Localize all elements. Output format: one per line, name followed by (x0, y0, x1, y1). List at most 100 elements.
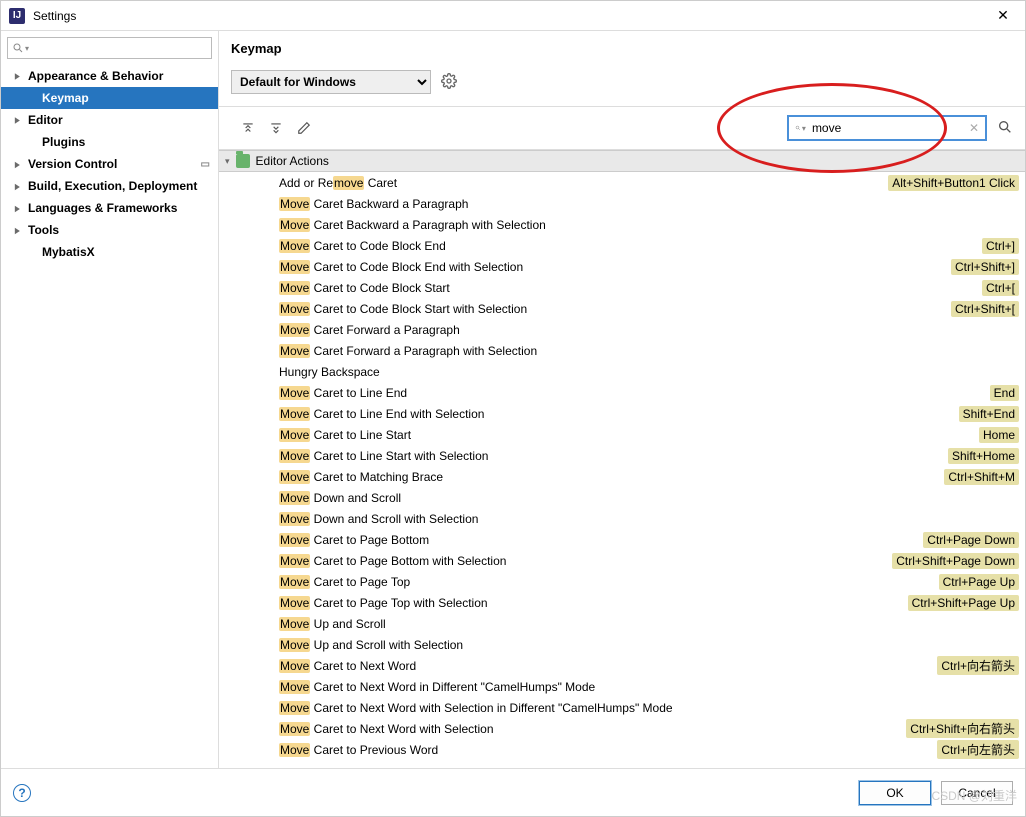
action-label: Move Caret to Line Start (279, 428, 411, 442)
keymap-action-row[interactable]: Move Down and Scroll with Selection (219, 508, 1025, 529)
keymap-action-row[interactable]: Add or Remove Caret Alt+Shift+Button1 Cli… (219, 172, 1025, 193)
keymap-action-row[interactable]: Move Caret to Code Block EndCtrl+] (219, 235, 1025, 256)
keymap-action-row[interactable]: Move Caret to Next WordCtrl+向右箭头 (219, 655, 1025, 676)
close-button[interactable]: ✕ (989, 7, 1017, 24)
keymap-action-row[interactable]: Move Caret to Line Start with Selection S… (219, 445, 1025, 466)
help-button[interactable]: ? (13, 784, 31, 802)
keymap-action-list[interactable]: ▾ Editor Actions Add or Remove Caret Alt+… (219, 149, 1025, 768)
action-label: Move Down and Scroll with Selection (279, 512, 478, 526)
keymap-action-row[interactable]: Move Caret to Code Block End with Select… (219, 256, 1025, 277)
action-label: Add or Remove Caret (279, 176, 397, 190)
chevron-right-icon: ▸ (15, 157, 24, 171)
collapse-all-icon[interactable] (269, 121, 283, 135)
gear-icon[interactable] (441, 73, 457, 92)
keymap-action-row[interactable]: Move Caret to Line End End (219, 382, 1025, 403)
chevron-right-icon: ▸ (15, 223, 24, 237)
keymap-action-row[interactable]: Move Caret to Matching BraceCtrl+Shift+M (219, 466, 1025, 487)
keymap-action-row[interactable]: Move Caret to Next Word with Selection i… (219, 697, 1025, 718)
keymap-action-row[interactable]: Move Caret to Next Word with SelectionCt… (219, 718, 1025, 739)
expand-all-icon[interactable] (241, 121, 255, 135)
dropdown-icon: ▾ (25, 44, 29, 53)
keymap-action-row[interactable]: Move Caret to Page TopCtrl+Page Up (219, 571, 1025, 592)
app-icon: IJ (9, 8, 25, 24)
cancel-button[interactable]: Cancel (941, 781, 1013, 805)
keymap-action-row[interactable]: Move Caret to Previous Word Ctrl+向左箭头 (219, 739, 1025, 760)
action-label: Move Caret to Next Word with Selection (279, 722, 494, 736)
keymap-action-row[interactable]: Hungry Backspace (219, 361, 1025, 382)
sidebar-item-languages-frameworks[interactable]: ▸Languages & Frameworks (1, 197, 218, 219)
keymap-action-row[interactable]: Move Caret to Code Block StartCtrl+[ (219, 277, 1025, 298)
sidebar-item-label: Plugins (42, 135, 85, 149)
action-label: Move Caret to Next Word in Different "Ca… (279, 680, 595, 694)
action-label: Move Caret to Next Word (279, 659, 416, 673)
action-label: Hungry Backspace (279, 365, 380, 379)
keymap-action-row[interactable]: Move Caret to Page Bottom with Selection… (219, 550, 1025, 571)
action-label: Move Caret Backward a Paragraph (279, 197, 468, 211)
keymap-action-row[interactable]: Move Caret to Page BottomCtrl+Page Down (219, 529, 1025, 550)
breadcrumb: Keymap (219, 31, 1025, 70)
sidebar-item-editor[interactable]: ▸Editor (1, 109, 218, 131)
chevron-down-icon: ▾ (225, 156, 230, 167)
shortcut-badge: End (990, 385, 1019, 401)
keymap-action-row[interactable]: Move Up and Scroll with Selection (219, 634, 1025, 655)
keymap-action-row[interactable]: Move Caret Forward a Paragraph with Sele… (219, 340, 1025, 361)
sidebar: ▾ ▸Appearance & BehaviorKeymap▸EditorPlu… (1, 31, 219, 768)
clear-search-icon[interactable]: ✕ (969, 121, 979, 135)
shortcut-badge: Ctrl+Shift+M (944, 469, 1019, 485)
action-label: Move Up and Scroll with Selection (279, 638, 463, 652)
action-label: Move Caret to Line End (279, 386, 407, 400)
shortcut-badge: Alt+Shift+Button1 Click (888, 175, 1019, 191)
keymap-action-row[interactable]: Move Caret to Page Top with SelectionCtr… (219, 592, 1025, 613)
group-header[interactable]: ▾ Editor Actions (219, 150, 1025, 172)
keymap-action-row[interactable]: Move Caret Backward a Paragraph with Sel… (219, 214, 1025, 235)
sidebar-search-input[interactable] (33, 40, 207, 56)
sidebar-item-plugins[interactable]: Plugins (1, 131, 218, 153)
keymap-action-row[interactable]: Move Caret to Line Start Home (219, 424, 1025, 445)
action-label: Move Up and Scroll (279, 617, 386, 631)
action-label: Move Caret to Previous Word (279, 743, 438, 757)
settings-tree: ▸Appearance & BehaviorKeymap▸EditorPlugi… (1, 65, 218, 768)
keymap-action-row[interactable]: Move Up and Scroll (219, 613, 1025, 634)
shortcut-badge: Ctrl+向左箭头 (937, 740, 1019, 759)
keymap-action-row[interactable]: Move Caret to Next Word in Different "Ca… (219, 676, 1025, 697)
sidebar-item-version-control[interactable]: ▸Version Control▭ (1, 153, 218, 175)
shortcut-badge: Shift+Home (948, 448, 1019, 464)
find-by-shortcut-icon[interactable] (997, 119, 1013, 138)
sidebar-item-label: Build, Execution, Deployment (28, 179, 197, 193)
shortcut-badge: Ctrl+Shift+Page Down (892, 553, 1019, 569)
action-search[interactable]: ▾ ✕ (787, 115, 987, 141)
sidebar-item-build-execution-deployment[interactable]: ▸ Build, Execution, Deployment (1, 175, 218, 197)
keymap-action-row[interactable]: Move Caret to Line End with SelectionShi… (219, 403, 1025, 424)
chevron-right-icon: ▸ (15, 69, 24, 83)
keymap-action-row[interactable]: Move Caret to Code Block Start with Sele… (219, 298, 1025, 319)
sidebar-item-appearance-behavior[interactable]: ▸Appearance & Behavior (1, 65, 218, 87)
edit-icon[interactable] (297, 121, 311, 135)
action-label: Move Down and Scroll (279, 491, 401, 505)
ok-button[interactable]: OK (859, 781, 931, 805)
action-label: Move Caret to Line Start with Selection (279, 449, 488, 463)
shortcut-badge: Home (979, 427, 1019, 443)
modified-icon: ▭ (201, 159, 210, 170)
shortcut-badge: Ctrl+Shift+[ (951, 301, 1019, 317)
keymap-scheme-select[interactable]: Default for Windows (231, 70, 431, 94)
action-label: Move Caret to Code Block End with Select… (279, 260, 523, 274)
titlebar: IJ Settings ✕ (1, 1, 1025, 31)
sidebar-item-label: Editor (28, 113, 63, 127)
action-label: Move Caret to Page Top with Selection (279, 596, 488, 610)
chevron-right-icon: ▸ (15, 179, 24, 193)
sidebar-item-mybatisx[interactable]: MybatisX (1, 241, 218, 263)
sidebar-search[interactable]: ▾ (7, 37, 212, 59)
sidebar-item-tools[interactable]: ▸Tools (1, 219, 218, 241)
keymap-action-row[interactable]: Move Caret Forward a Paragraph (219, 319, 1025, 340)
shortcut-badge: Ctrl+[ (982, 280, 1019, 296)
shortcut-badge: Shift+End (959, 406, 1019, 422)
sidebar-item-keymap[interactable]: Keymap (1, 87, 218, 109)
keymap-action-row[interactable]: Move Down and Scroll (219, 487, 1025, 508)
group-label: Editor Actions (256, 154, 329, 168)
sidebar-item-label: Languages & Frameworks (28, 201, 177, 215)
action-label: Move Caret Forward a Paragraph (279, 323, 460, 337)
keymap-action-row[interactable]: Move Caret Backward a Paragraph (219, 193, 1025, 214)
action-search-input[interactable] (810, 120, 969, 136)
search-icon (12, 42, 24, 54)
action-label: Move Caret to Code Block Start with Sele… (279, 302, 527, 316)
